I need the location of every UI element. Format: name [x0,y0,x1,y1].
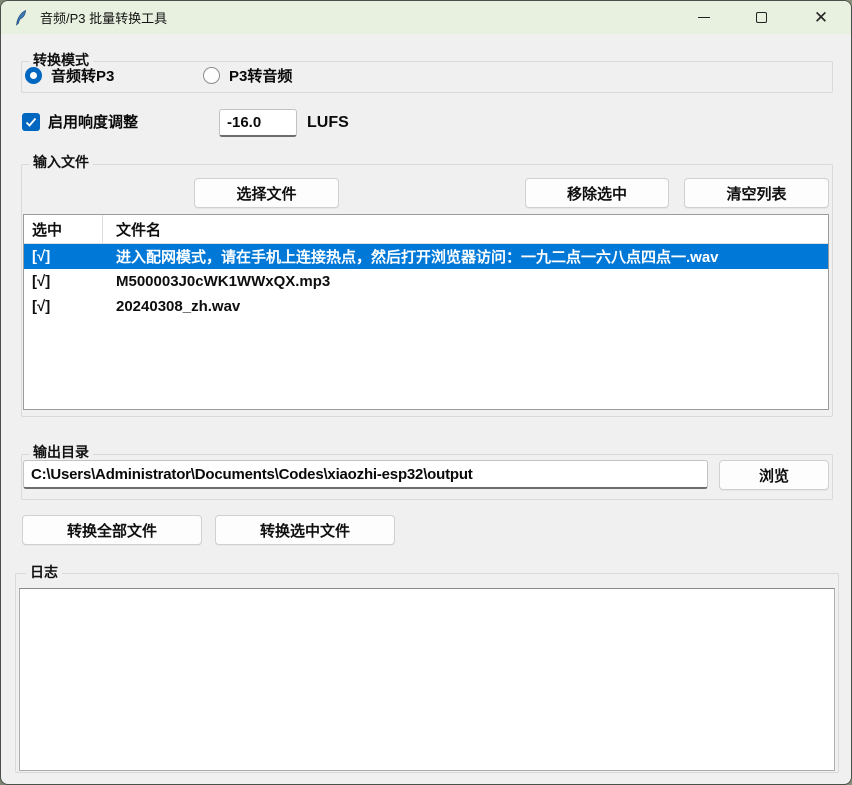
minimize-button[interactable] [681,1,727,34]
feather-app-icon [14,10,30,26]
browse-button[interactable]: 浏览 [719,460,829,490]
radio-p3-to-audio-label: P3转音频 [229,65,292,86]
maximize-icon [756,12,767,23]
output-path-input[interactable] [23,460,708,489]
maximize-button[interactable] [738,1,784,34]
convert-selected-button[interactable]: 转换选中文件 [215,515,395,545]
close-button[interactable]: ✕ [798,1,844,34]
checkbox-checked-icon[interactable] [22,113,40,131]
title-bar[interactable]: 音频/P3 批量转换工具 ✕ [1,1,851,34]
row-checked-mark: [√] [24,298,103,315]
radio-unselected-icon [203,67,220,84]
row-filename: 进入配网模式，请在手机上连接热点，然后打开浏览器访问：一九二点一六八点四点一.w… [103,246,828,267]
log-textarea[interactable] [19,588,835,771]
output-dir-group-label: 输出目录 [29,443,93,461]
table-row[interactable]: [√] 进入配网模式，请在手机上连接热点，然后打开浏览器访问：一九二点一六八点四… [24,244,828,269]
remove-selected-button[interactable]: 移除选中 [525,178,669,208]
app-window: 音频/P3 批量转换工具 ✕ 转换模式 音频转P3 P3转音频 启用响度调整 L… [0,0,852,785]
row-filename: 20240308_zh.wav [103,298,828,315]
select-files-button[interactable]: 选择文件 [194,178,339,208]
window-title: 音频/P3 批量转换工具 [40,8,167,27]
lufs-value-input[interactable] [219,109,297,137]
column-header-filename[interactable]: 文件名 [103,219,828,240]
radio-audio-to-p3-label: 音频转P3 [51,65,114,86]
radio-selected-icon [25,67,42,84]
row-checked-mark: [√] [24,248,103,265]
column-header-checked[interactable]: 选中 [24,215,103,243]
radio-p3-to-audio[interactable]: P3转音频 [203,65,292,86]
log-group-label: 日志 [26,563,62,581]
radio-audio-to-p3[interactable]: 音频转P3 [25,65,114,86]
convert-all-button[interactable]: 转换全部文件 [22,515,202,545]
file-table-header[interactable]: 选中 文件名 [24,215,828,244]
clear-list-button[interactable]: 清空列表 [684,178,829,208]
row-checked-mark: [√] [24,273,103,290]
row-filename: M500003J0cWK1WWxQX.mp3 [103,273,828,290]
loudness-checkbox-label: 启用响度调整 [48,111,138,132]
table-row[interactable]: [√] M500003J0cWK1WWxQX.mp3 [24,269,828,294]
loudness-checkbox-row[interactable]: 启用响度调整 [22,111,138,132]
input-files-group-label: 输入文件 [29,153,93,171]
file-list-table[interactable]: 选中 文件名 [√] 进入配网模式，请在手机上连接热点，然后打开浏览器访问：一九… [23,214,829,410]
close-icon: ✕ [814,8,828,28]
table-row[interactable]: [√] 20240308_zh.wav [24,294,828,319]
minimize-icon [698,17,710,18]
mode-groupbox [21,61,833,93]
lufs-unit-label: LUFS [307,114,349,132]
